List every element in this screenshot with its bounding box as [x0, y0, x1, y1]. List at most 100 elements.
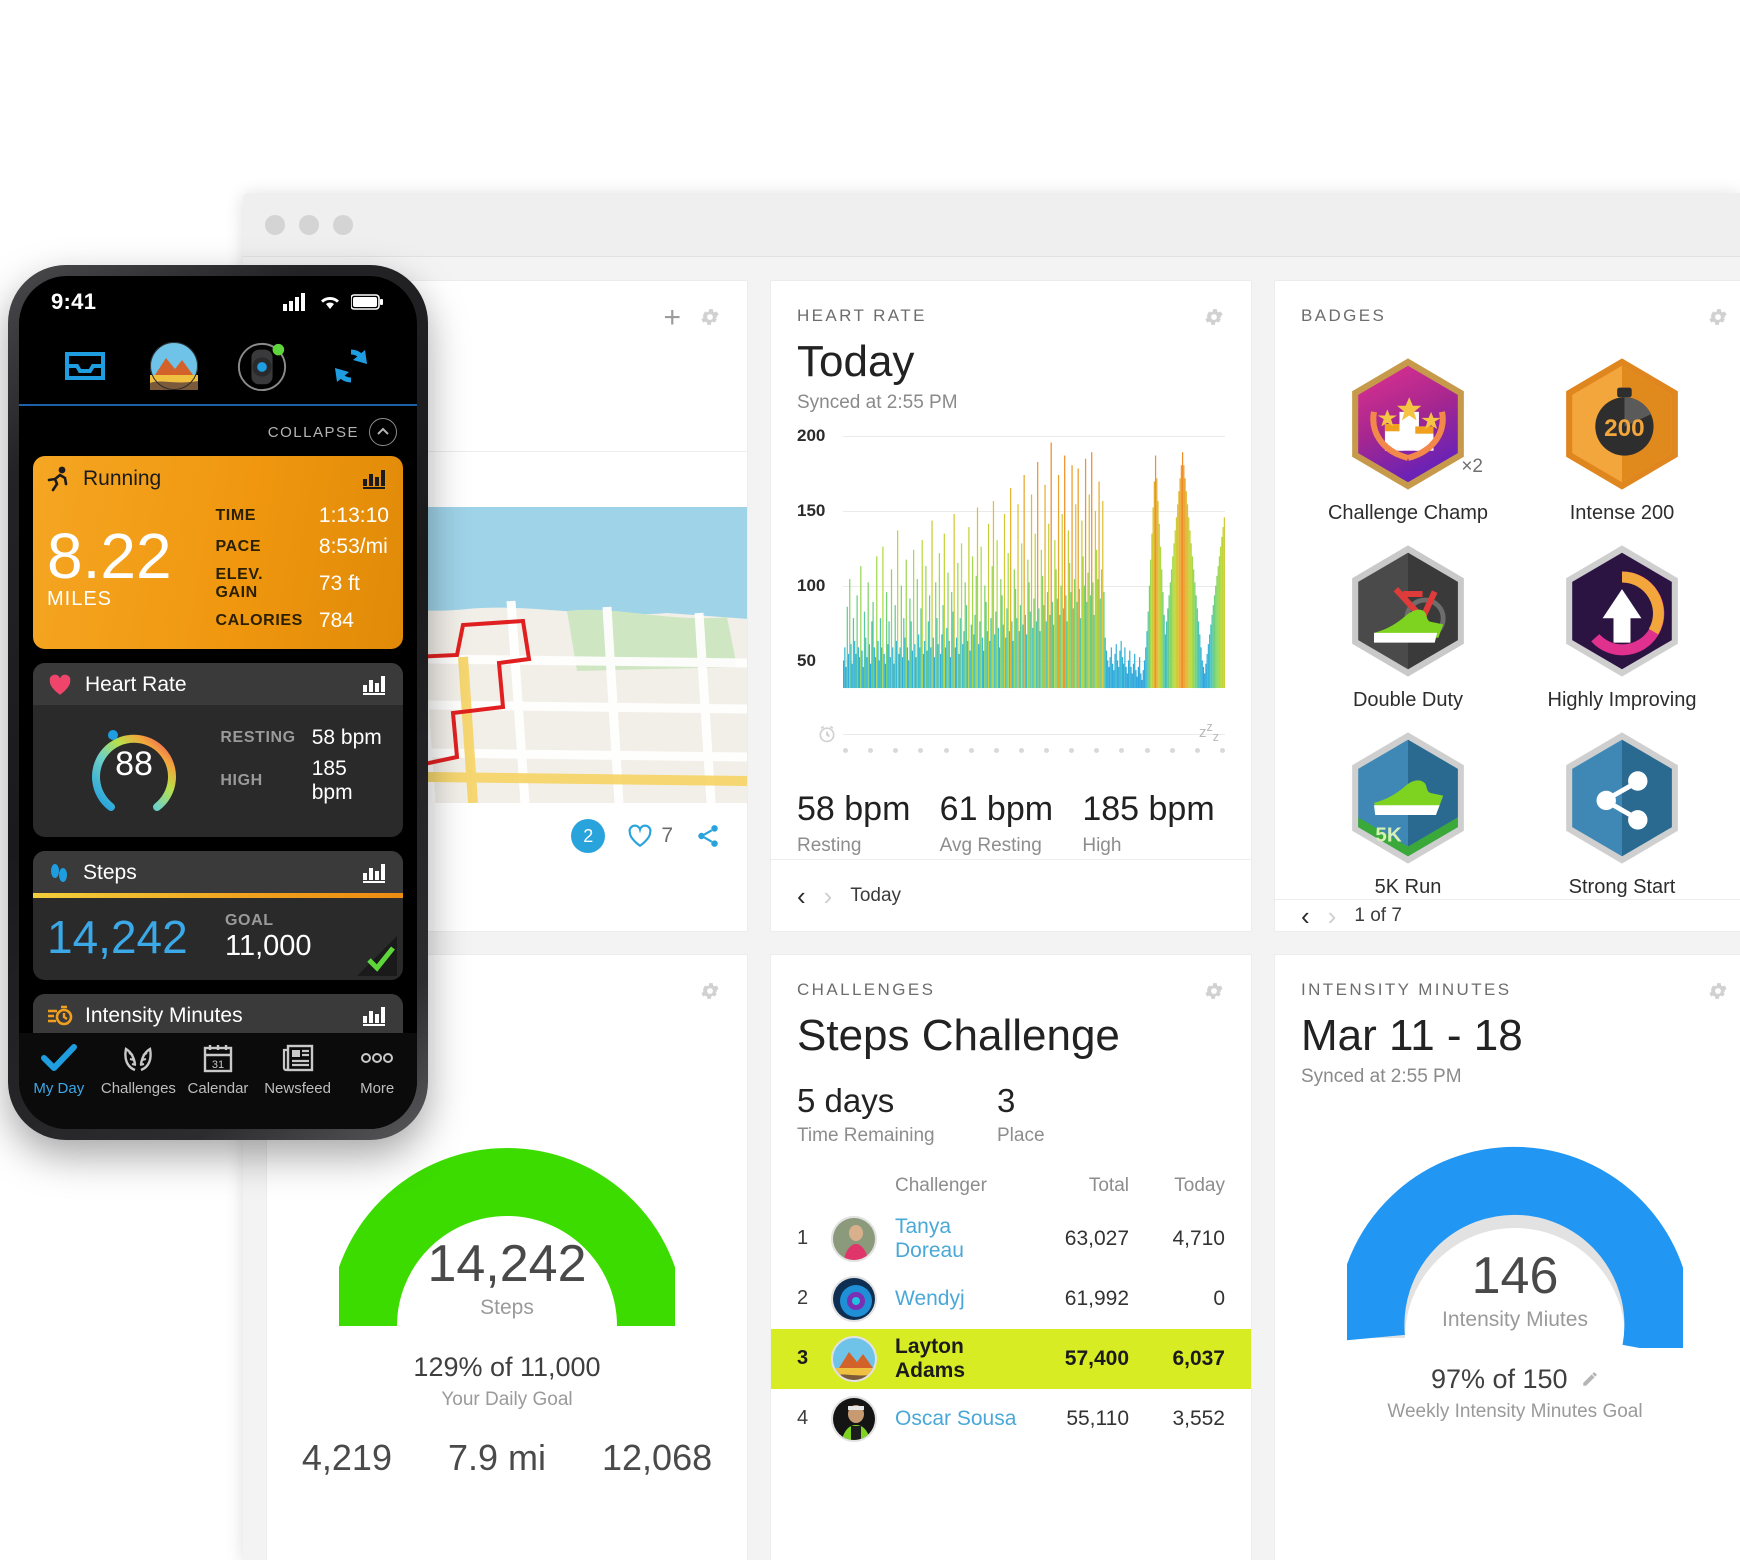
badges-page-indicator: 1 of 7	[1354, 904, 1402, 926]
tab-more[interactable]: More	[337, 1041, 417, 1097]
status-indicators	[283, 293, 383, 311]
stat-avg-resting-value: 61 bpm	[939, 789, 1054, 828]
column-total: Total	[1088, 1174, 1129, 1196]
shoe-5k-badge: 5K	[1347, 730, 1469, 866]
shoe-bike-badge	[1347, 543, 1469, 679]
row-rank: 4	[797, 1407, 809, 1430]
stat-high-label: High	[1082, 834, 1122, 856]
row-rank: 2	[797, 1287, 809, 1310]
window-minimize-button[interactable]	[299, 214, 319, 235]
heart-rate-title: Today	[797, 337, 915, 386]
tab-my-day[interactable]: My Day	[19, 1041, 99, 1097]
bar-chart-icon[interactable]	[363, 1006, 389, 1026]
tab-challenges[interactable]: Challenges	[99, 1041, 179, 1097]
chevron-up-icon[interactable]	[369, 418, 397, 446]
steps-extra-1: 7.9 mi	[447, 1437, 547, 1478]
chevron-right-icon[interactable]: ›	[824, 883, 833, 909]
calendar-icon: 31	[202, 1041, 234, 1075]
gear-icon[interactable]	[699, 306, 721, 328]
gear-icon[interactable]	[1203, 306, 1225, 328]
row-total: 61,992	[1064, 1286, 1129, 1310]
watch-device-icon[interactable]	[236, 340, 288, 392]
heart-rate-time-ticks	[843, 747, 1225, 753]
intensity-card-title: Intensity Minutes	[85, 1004, 243, 1027]
phone-device: 9:41 COLLAPSE Running 8.22 MILES TIME 1:…	[8, 265, 428, 1140]
table-row[interactable]: 2 Wendyj 61,992 0	[771, 1269, 1251, 1329]
chevron-right-icon[interactable]: ›	[1328, 903, 1337, 929]
phone-content-scroll[interactable]: COLLAPSE Running 8.22 MILES TIME 1:13:10…	[19, 408, 417, 1129]
badge-strong-start[interactable]: Strong Start	[1515, 730, 1729, 899]
badge-label: Strong Start	[1568, 876, 1676, 898]
plus-icon[interactable]: +	[663, 303, 681, 333]
running-elev-value: 73 ft	[318, 572, 360, 595]
collapse-label: COLLAPSE	[267, 423, 359, 441]
tab-newsfeed[interactable]: Newsfeed	[258, 1041, 338, 1097]
intensity-label: Intensity Miutes	[1442, 1307, 1588, 1331]
badge-double-duty[interactable]: Double Duty	[1301, 543, 1515, 712]
row-rank: 3	[797, 1347, 809, 1370]
like-count[interactable]: 7	[627, 824, 673, 848]
row-today: 4,710	[1172, 1226, 1225, 1250]
hr-high-key: HIGH	[220, 771, 263, 789]
row-name[interactable]: Layton Adams	[877, 1335, 1019, 1383]
tab-label: Newsfeed	[264, 1080, 331, 1097]
running-pace-value: 8:53/mi	[318, 535, 388, 558]
badge-highly-improving[interactable]: Highly Improving	[1515, 543, 1729, 712]
table-row[interactable]: 3 Layton Adams 57,400 6,037	[771, 1328, 1251, 1389]
chevron-left-icon[interactable]: ‹	[1301, 903, 1310, 929]
running-distance-value: 8.22	[47, 519, 172, 592]
phone-screen: 9:41 COLLAPSE Running 8.22 MILES TIME 1:…	[19, 276, 417, 1129]
intensity-value: 146	[1471, 1246, 1559, 1305]
gear-icon[interactable]	[1203, 980, 1225, 1002]
badge-5k-run[interactable]: 5K 5K Run	[1301, 730, 1515, 899]
heart-rate-ring: 88	[47, 709, 220, 821]
green-checkmark-icon	[357, 936, 397, 976]
phone-card-running[interactable]: Running 8.22 MILES TIME 1:13:10 PACE 8:5…	[33, 456, 403, 649]
intensity-kicker: INTENSITY MINUTES	[1301, 980, 1512, 999]
pencil-icon[interactable]	[1581, 1370, 1599, 1388]
steps-gauge: 14,242 Steps	[329, 1126, 685, 1336]
steps-goal-value: 11,000	[225, 929, 312, 962]
window-maximize-button[interactable]	[333, 214, 353, 235]
table-row[interactable]: 1 Tanya Doreau 63,027 4,710	[771, 1209, 1251, 1269]
sync-icon[interactable]	[325, 340, 377, 392]
phone-card-heart-rate[interactable]: Heart Rate 88 RESTING 58 bpm HIGH 185 bp…	[33, 663, 403, 837]
phone-card-steps[interactable]: Steps 14,242 GOAL 11,000	[33, 851, 403, 980]
row-name[interactable]: Oscar Sousa	[877, 1407, 1019, 1431]
chevron-left-icon[interactable]: ‹	[797, 883, 806, 909]
heart-rate-kicker: HEART RATE	[797, 306, 927, 325]
table-row[interactable]: 4 Oscar Sousa 55,110 3,552	[771, 1389, 1251, 1449]
gear-icon[interactable]	[699, 980, 721, 1002]
badge-intense-200[interactable]: 200 Intense 200	[1515, 356, 1729, 525]
cellular-signal-icon	[283, 293, 305, 311]
challenge-time-label: Time Remaining	[797, 1124, 935, 1146]
gear-icon[interactable]	[1707, 980, 1729, 1002]
row-name[interactable]: Wendyj	[877, 1287, 1019, 1311]
row-name[interactable]: Tanya Doreau	[877, 1215, 1019, 1263]
intensity-title: Mar 11 - 18	[1301, 1011, 1523, 1060]
row-total: 57,400	[1064, 1346, 1129, 1370]
window-close-button[interactable]	[265, 214, 285, 235]
gear-icon[interactable]	[1707, 306, 1729, 328]
bar-chart-icon[interactable]	[363, 863, 389, 883]
steps-goal-caption: Your Daily Goal	[441, 1389, 573, 1410]
badge-label: Highly Improving	[1547, 689, 1697, 711]
share-icon[interactable]	[695, 823, 721, 849]
steps-gauge-center: 14,242 Steps	[339, 1234, 675, 1320]
tab-label: Challenges	[100, 1080, 176, 1097]
bar-chart-icon[interactable]	[363, 469, 389, 489]
running-time-key: TIME	[215, 507, 257, 524]
collapse-row[interactable]: COLLAPSE	[33, 408, 403, 456]
badge-label: Intense 200	[1569, 502, 1675, 524]
profile-avatar[interactable]	[148, 340, 200, 392]
badge-challenge-champ[interactable]: ×2 Challenge Champ	[1301, 356, 1515, 525]
tab-calendar[interactable]: 31 Calendar	[178, 1041, 258, 1097]
bar-chart-icon[interactable]	[363, 675, 389, 695]
avatar	[831, 1335, 877, 1382]
leaderboard: Challenger Total Today 1 Tanya Doreau 63…	[771, 1175, 1251, 1449]
inbox-icon[interactable]	[59, 340, 111, 392]
stat-avg-resting-label: Avg Resting	[939, 834, 1042, 856]
phone-status-bar: 9:41	[19, 276, 417, 328]
heart-rate-metrics: RESTING 58 bpm HIGH 185 bpm	[220, 726, 389, 805]
comment-count-badge[interactable]: 2	[571, 819, 606, 853]
